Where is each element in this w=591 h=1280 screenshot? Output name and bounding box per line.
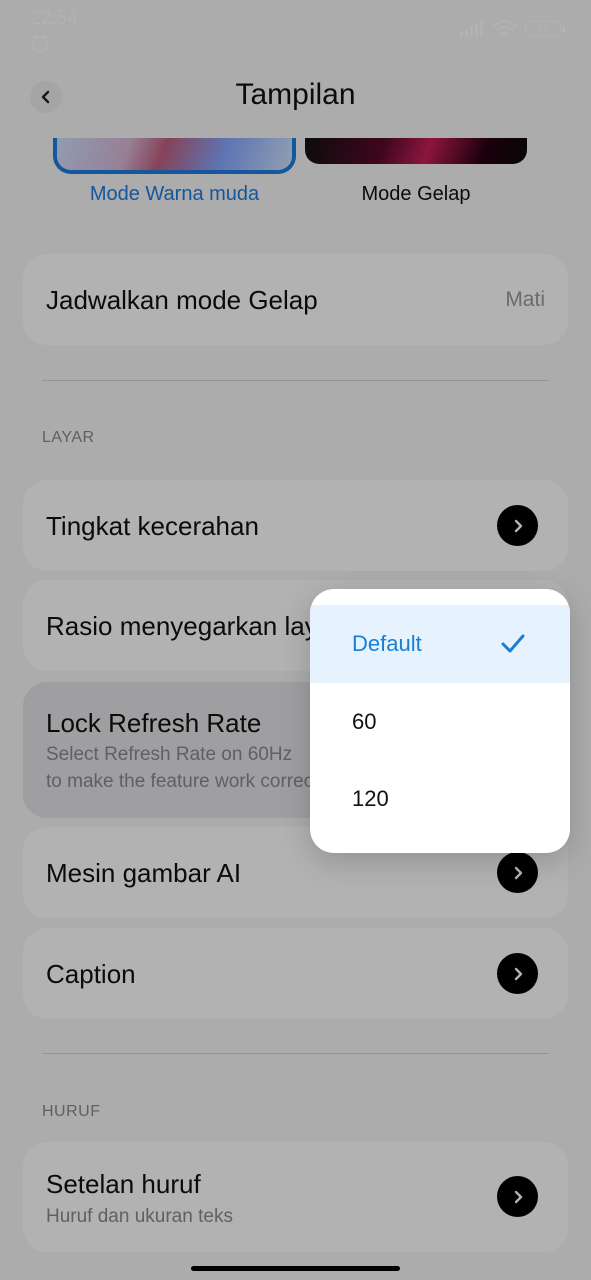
refresh-rate-popup: Default 60 120 [310, 589, 570, 853]
option-120-label: 120 [352, 786, 389, 811]
option-default[interactable]: Default [310, 605, 570, 683]
display-settings-screen: 22:54 82 Tampilan Mode Warna muda Mode G… [0, 0, 591, 1280]
option-default-label: Default [352, 631, 422, 656]
option-60[interactable]: 60 [310, 683, 570, 761]
checkmark-icon [501, 634, 525, 653]
option-120[interactable]: 120 [310, 760, 570, 838]
option-60-label: 60 [352, 709, 377, 734]
